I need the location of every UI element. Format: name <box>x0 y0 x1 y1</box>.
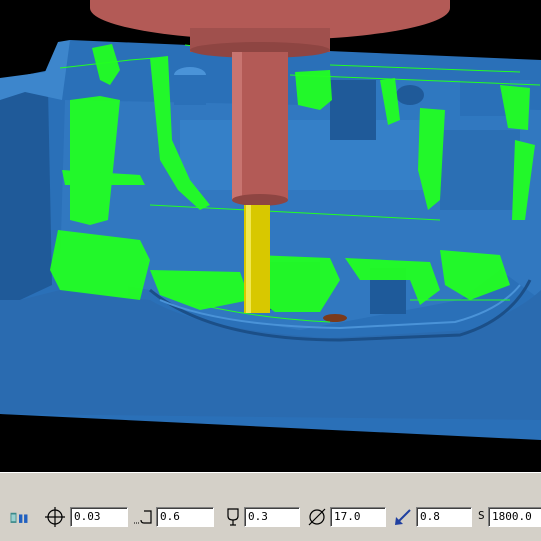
cnc-simulation-view <box>0 0 541 440</box>
tool-holder-bottom <box>232 194 288 206</box>
milling-tool-highlight <box>246 205 251 313</box>
corner-radius-field[interactable]: 0.6 <box>156 507 214 527</box>
feed-arrow-icon <box>395 509 411 525</box>
corner-radius-icon <box>134 510 152 524</box>
diameter-icon <box>308 508 326 526</box>
round-pocket <box>396 85 424 105</box>
spindle-speed-field[interactable]: 1800.0 <box>488 507 541 527</box>
diameter-field[interactable]: 17.0 <box>330 507 386 527</box>
pocket-middle <box>180 120 430 190</box>
3d-viewport[interactable] <box>0 0 541 472</box>
part-left-top <box>0 40 70 100</box>
diameter-group: 17.0 <box>306 506 388 528</box>
drill-hole <box>323 314 347 322</box>
tool-library-group[interactable] <box>8 506 34 528</box>
boss-top <box>330 80 376 140</box>
tool-holder-shade <box>232 52 242 200</box>
tolerance-field[interactable]: 0.03 <box>70 507 128 527</box>
part-left-wall <box>0 88 52 300</box>
stepdown-field[interactable]: 0.8 <box>416 507 472 527</box>
tool-tip-icon <box>227 508 239 526</box>
spindle-speed-group: S 1800.0 <box>478 506 541 528</box>
pocket-inner-right <box>440 130 520 210</box>
tolerance-group: 0.03 <box>44 506 130 528</box>
boss-cylinder-body <box>174 75 206 105</box>
crosshair-icon <box>45 507 65 527</box>
stepdown-group: 0.8 <box>392 506 474 528</box>
tool-tip-field[interactable]: 0.3 <box>244 507 300 527</box>
tool-library-icon[interactable] <box>8 506 30 528</box>
corner-radius-group: 0.6 <box>132 506 216 528</box>
spindle-speed-label: S <box>478 509 485 522</box>
status-bar: 0.03 0.6 0.3 17.0 0.8 S 1800.0 <box>0 472 541 541</box>
tool-tip-group: 0.3 <box>222 506 302 528</box>
spindle-housing <box>90 0 450 8</box>
